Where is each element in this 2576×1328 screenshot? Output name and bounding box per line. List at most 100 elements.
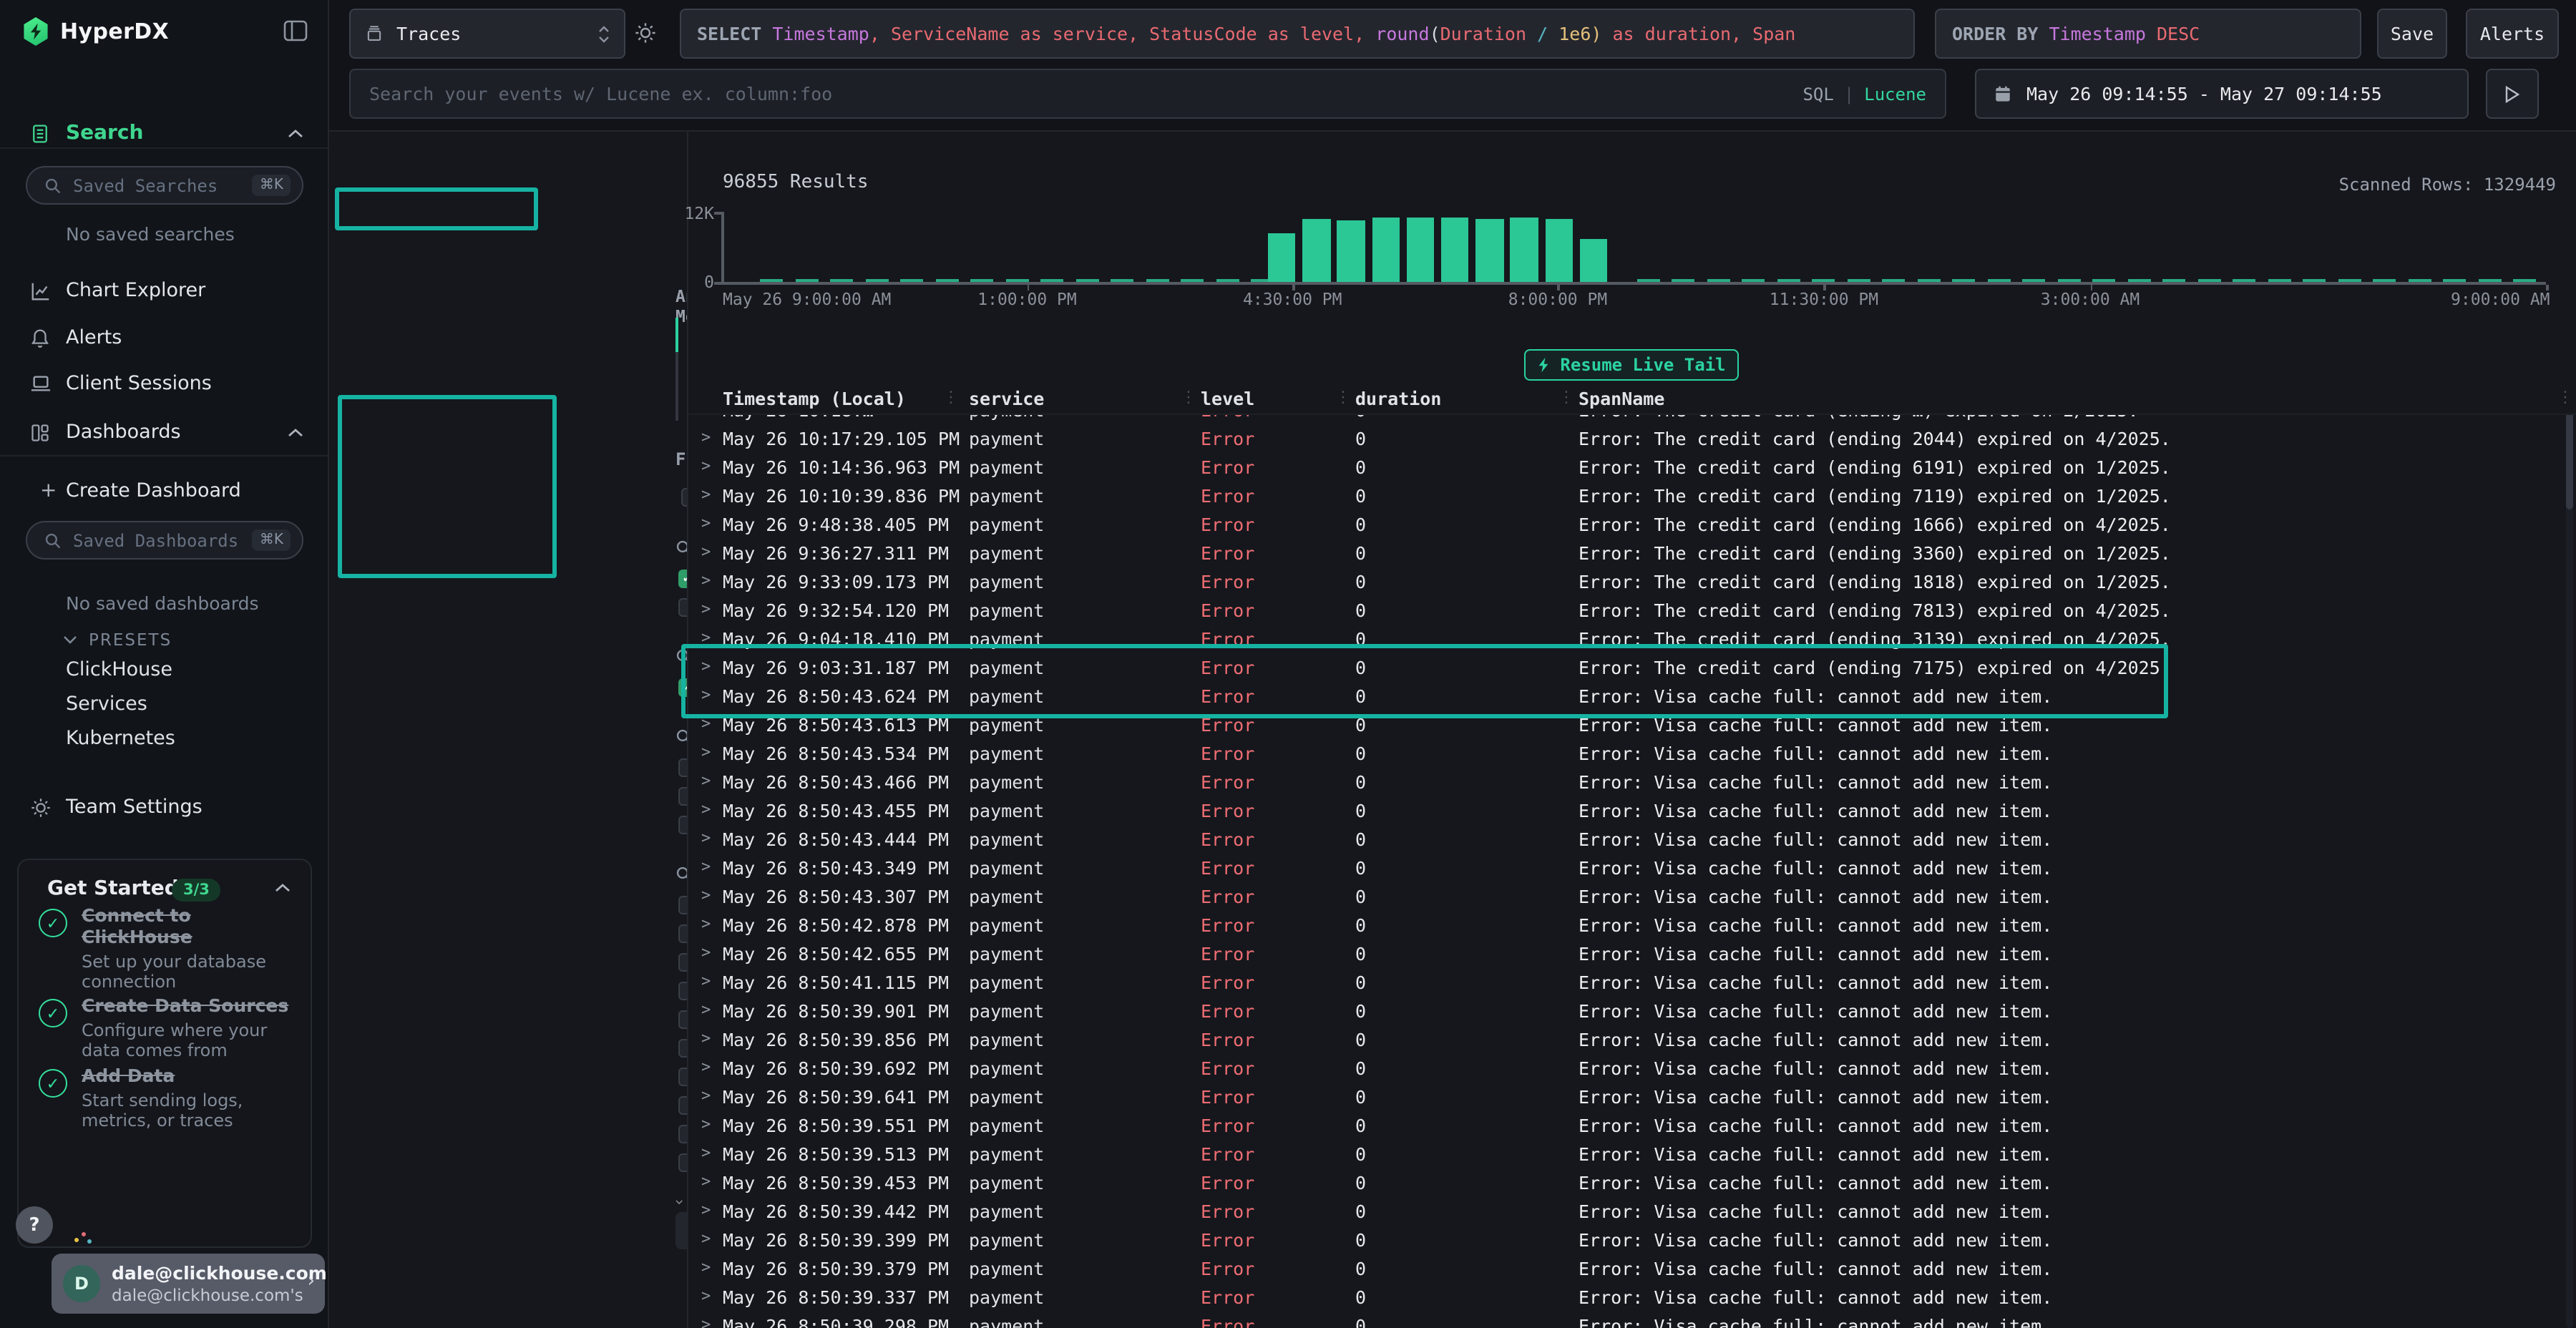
histogram-bar[interactable] — [1511, 218, 1538, 282]
sidebar-item-dashboards[interactable]: Dashboards — [0, 414, 329, 451]
row-expand-chevron[interactable]: > — [701, 428, 711, 446]
row-expand-chevron[interactable]: > — [701, 943, 711, 962]
table-row[interactable]: >May 26 8:50:39.692 PMpaymentError0Error… — [688, 1055, 2576, 1083]
table-row[interactable]: >May 26 8:50:43.349 PMpaymentError0Error… — [688, 854, 2576, 883]
preset-clickhouse[interactable]: ClickHouse — [66, 658, 172, 681]
row-expand-chevron[interactable]: > — [701, 829, 711, 847]
col-level[interactable]: level — [1201, 388, 1254, 409]
row-expand-chevron[interactable]: > — [701, 972, 711, 990]
row-expand-chevron[interactable]: > — [701, 600, 711, 618]
preset-kubernetes[interactable]: Kubernetes — [66, 727, 175, 750]
sidebar-item-chart-explorer[interactable]: Chart Explorer — [0, 272, 329, 309]
sql-select-input[interactable]: SELECT Timestamp, ServiceName as service… — [680, 9, 1915, 59]
table-row[interactable]: >May 26 8:50:39.856 PMpaymentError0Error… — [688, 1026, 2576, 1055]
sidebar-item-alerts[interactable]: Alerts — [0, 319, 329, 356]
table-row[interactable]: >May 26 8:50:39.513 PMpaymentError0Error… — [688, 1141, 2576, 1169]
table-row[interactable]: >May 26 8:50:43.466 PMpaymentError0Error… — [688, 768, 2576, 797]
table-row[interactable]: >May 26 8:50:39.551 PMpaymentError0Error… — [688, 1112, 2576, 1141]
table-row[interactable]: >May 26 8:50:43.534 PMpaymentError0Error… — [688, 740, 2576, 768]
table-row[interactable]: >May 26 10:14:36.963 PMpaymentError0Erro… — [688, 454, 2576, 482]
table-row[interactable]: >May 26 8:50:42.878 PMpaymentError0Error… — [688, 912, 2576, 940]
col-resize-handle[interactable]: ⋮ — [943, 388, 957, 406]
table-row[interactable]: >May 26 8:50:39.442 PMpaymentError0Error… — [688, 1198, 2576, 1226]
row-expand-chevron[interactable]: > — [701, 542, 711, 561]
row-expand-chevron[interactable]: > — [701, 743, 711, 761]
time-range-picker[interactable]: May 26 09:14:55 - May 27 09:14:55 — [1975, 69, 2469, 119]
table-row[interactable]: >May 26 10:18:…paymentError0Error: The c… — [688, 415, 2576, 425]
row-expand-chevron[interactable]: > — [701, 1172, 711, 1191]
sidebar-item-team-settings[interactable]: Team Settings — [0, 788, 329, 826]
col-service[interactable]: service — [969, 388, 1044, 409]
col-resize-handle[interactable]: ⋮ — [1181, 388, 1195, 406]
run-query-button[interactable] — [2486, 69, 2539, 119]
source-settings-gear-icon[interactable] — [634, 21, 657, 44]
row-expand-chevron[interactable]: > — [701, 857, 711, 876]
sidebar-item-client-sessions[interactable]: Client Sessions — [0, 365, 329, 402]
row-expand-chevron[interactable]: > — [701, 1115, 711, 1133]
row-expand-chevron[interactable]: > — [701, 415, 711, 418]
table-row[interactable]: >May 26 8:50:39.641 PMpaymentError0Error… — [688, 1083, 2576, 1112]
order-by-input[interactable]: ORDER BY Timestamp DESC — [1935, 9, 2361, 59]
histogram-bar[interactable] — [1475, 219, 1503, 282]
row-expand-chevron[interactable]: > — [701, 1315, 711, 1328]
table-row[interactable]: >May 26 8:50:39.453 PMpaymentError0Error… — [688, 1169, 2576, 1198]
table-row[interactable]: >May 26 8:50:39.298 PMpaymentError0Error… — [688, 1312, 2576, 1328]
lucene-toggle[interactable]: Lucene — [1864, 84, 1926, 104]
row-expand-chevron[interactable]: > — [701, 1201, 711, 1219]
chevron-up-icon[interactable] — [275, 883, 291, 893]
table-row[interactable]: >May 26 8:50:39.399 PMpaymentError0Error… — [688, 1226, 2576, 1255]
alerts-button[interactable]: Alerts — [2466, 9, 2559, 59]
histogram-bar[interactable] — [1302, 219, 1330, 282]
table-row[interactable]: >May 26 9:36:27.311 PMpaymentError0Error… — [688, 540, 2576, 568]
table-row[interactable]: >May 26 10:10:39.836 PMpaymentError0Erro… — [688, 482, 2576, 511]
row-expand-chevron[interactable]: > — [701, 1058, 711, 1076]
row-expand-chevron[interactable]: > — [701, 914, 711, 933]
preset-services[interactable]: Services — [66, 693, 147, 716]
table-row[interactable]: >May 26 8:50:39.901 PMpaymentError0Error… — [688, 997, 2576, 1026]
histogram-bar[interactable] — [1407, 218, 1435, 282]
table-row[interactable]: >May 26 8:50:39.379 PMpaymentError0Error… — [688, 1255, 2576, 1284]
row-expand-chevron[interactable]: > — [701, 628, 711, 647]
table-row[interactable]: >May 26 8:50:43.624 PMpaymentError0Error… — [688, 683, 2576, 711]
row-expand-chevron[interactable]: > — [701, 1258, 711, 1276]
row-expand-chevron[interactable]: > — [701, 685, 711, 704]
row-expand-chevron[interactable]: > — [701, 456, 711, 475]
chevron-up-icon[interactable] — [288, 427, 303, 437]
table-row[interactable]: >May 26 8:50:43.613 PMpaymentError0Error… — [688, 711, 2576, 740]
histogram-bar[interactable] — [1337, 220, 1365, 282]
row-expand-chevron[interactable]: > — [701, 1143, 711, 1162]
get-started-item[interactable]: ✓Connect to ClickHouseSet up your databa… — [39, 906, 299, 992]
row-expand-chevron[interactable]: > — [701, 514, 711, 532]
row-expand-chevron[interactable]: > — [701, 1229, 711, 1248]
resume-live-tail-button[interactable]: Resume Live Tail — [1524, 349, 1739, 381]
create-dashboard-button[interactable]: + Create Dashboard — [0, 472, 329, 509]
table-row[interactable]: >May 26 8:50:43.307 PMpaymentError0Error… — [688, 883, 2576, 912]
col-resize-handle[interactable]: ⋮ — [1558, 388, 1573, 406]
col-resize-handle[interactable]: ⋮ — [1335, 388, 1350, 406]
col-spanname[interactable]: SpanName — [1579, 388, 1664, 409]
search-input[interactable]: Search your events w/ Lucene ex. column:… — [349, 69, 1946, 119]
table-row[interactable]: >May 26 9:32:54.120 PMpaymentError0Error… — [688, 597, 2576, 625]
presets-header[interactable]: PRESETS — [63, 630, 172, 650]
row-expand-chevron[interactable]: > — [701, 1086, 711, 1105]
row-expand-chevron[interactable]: > — [701, 1000, 711, 1019]
save-button[interactable]: Save — [2377, 9, 2447, 59]
table-row[interactable]: >May 26 9:48:38.405 PMpaymentError0Error… — [688, 511, 2576, 540]
table-row[interactable]: >May 26 8:50:43.444 PMpaymentError0Error… — [688, 826, 2576, 854]
row-expand-chevron[interactable]: > — [701, 1029, 711, 1048]
histogram-bar[interactable] — [1268, 233, 1296, 282]
row-expand-chevron[interactable]: > — [701, 571, 711, 590]
row-expand-chevron[interactable]: > — [701, 714, 711, 733]
table-row[interactable]: >May 26 10:17:29.105 PMpaymentError0Erro… — [688, 425, 2576, 454]
table-row[interactable]: >May 26 8:50:41.115 PMpaymentError0Error… — [688, 969, 2576, 997]
col-resize-handle[interactable]: ⋮ — [2557, 388, 2572, 406]
saved-searches-input[interactable]: Saved Searches ⌘K — [26, 166, 303, 205]
table-row[interactable]: >May 26 8:50:42.655 PMpaymentError0Error… — [688, 940, 2576, 969]
histogram-bar[interactable] — [1372, 218, 1400, 282]
chevron-up-icon[interactable] — [288, 128, 303, 138]
row-expand-chevron[interactable]: > — [701, 1286, 711, 1305]
help-button[interactable]: ? — [16, 1206, 53, 1244]
histogram-bar[interactable] — [1545, 219, 1573, 282]
row-expand-chevron[interactable]: > — [701, 886, 711, 904]
get-started-item[interactable]: ✓Create Data SourcesConfigure where your… — [39, 996, 299, 1061]
